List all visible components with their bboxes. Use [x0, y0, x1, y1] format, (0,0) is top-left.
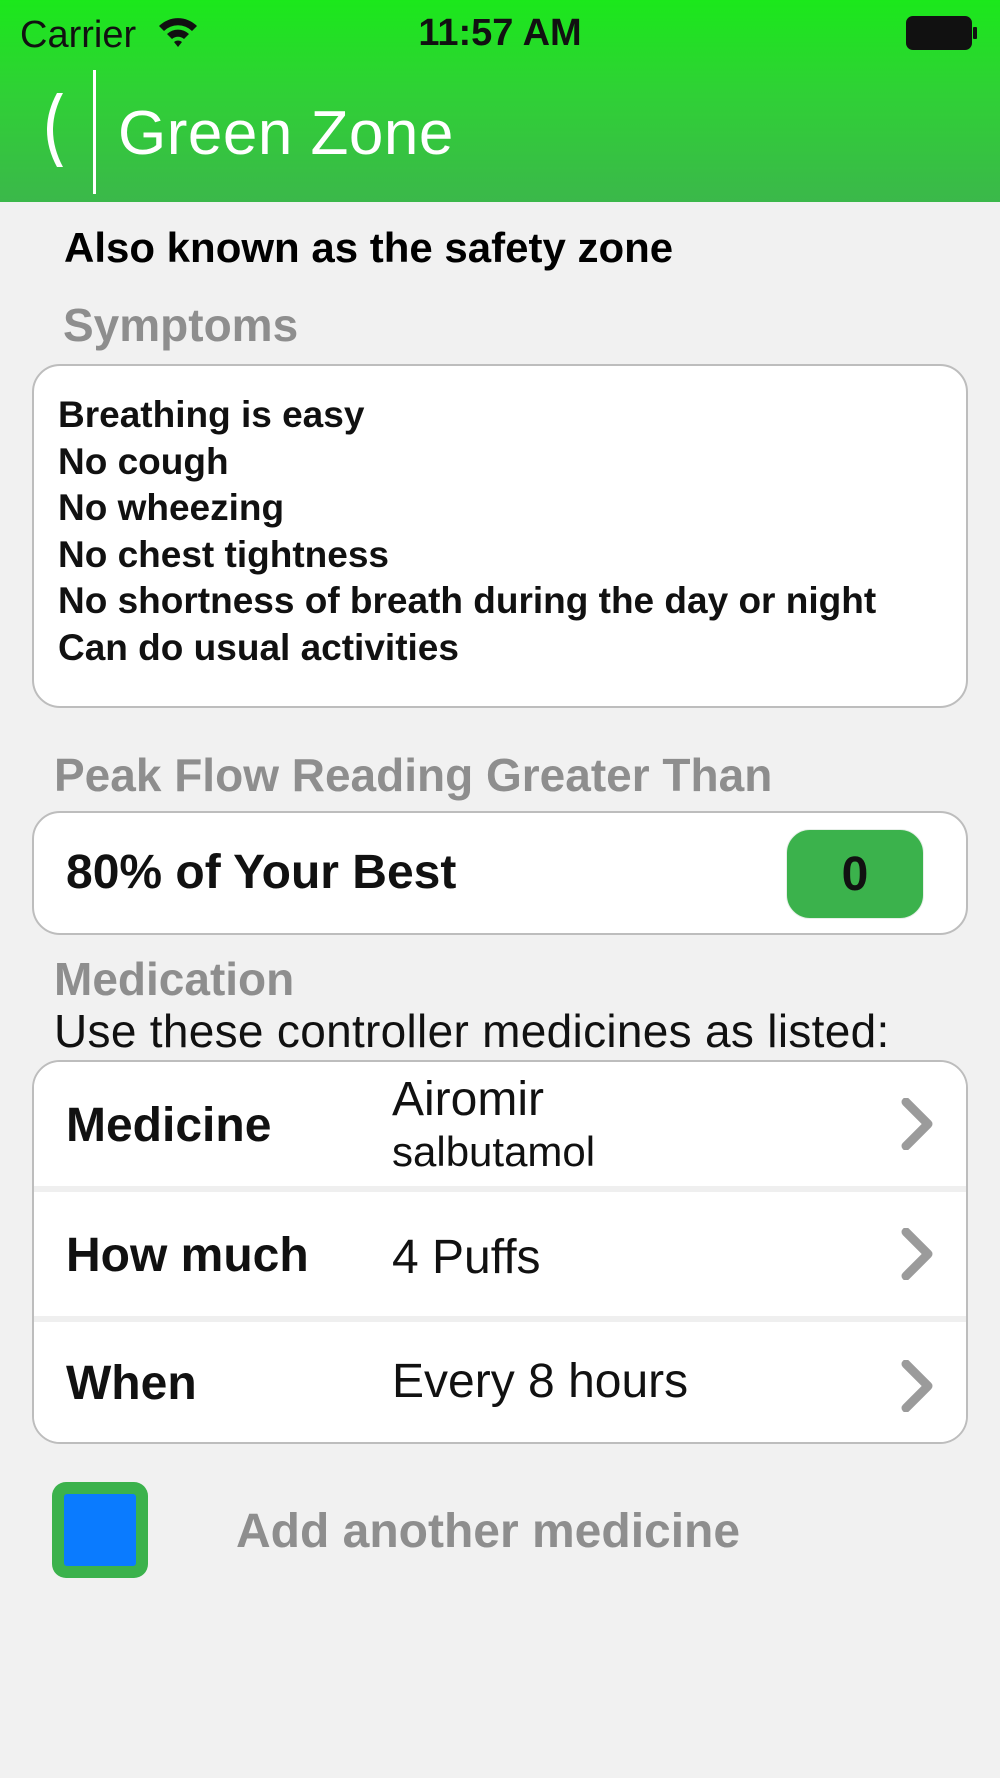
add-medicine-checkbox[interactable]	[52, 1482, 148, 1578]
medication-instructions: Use these controller medicines as listed…	[54, 1005, 890, 1057]
medication-card: Medicine Airomir salbutamol How much 4 P…	[32, 1060, 968, 1444]
medication-heading: Medication	[54, 953, 295, 1005]
symptoms-card: Breathing is easy No cough No wheezing N…	[32, 364, 968, 708]
navigation-header: Carrier 11:57 AM Green Zone	[0, 0, 1000, 202]
chevron-right-icon	[901, 1098, 933, 1150]
symptom-item: Breathing is easy	[58, 394, 365, 435]
medicine-generic-name: salbutamol	[392, 1128, 596, 1175]
symptoms-heading: Symptoms	[63, 299, 299, 351]
battery-icon	[906, 16, 977, 50]
back-button[interactable]	[18, 80, 88, 180]
status-bar: Carrier 11:57 AM	[0, 0, 1000, 70]
medicine-name: Airomir	[392, 1073, 544, 1126]
zone-subtitle: Also known as the safety zone	[64, 224, 674, 271]
row-label: Medicine	[66, 1099, 272, 1152]
medication-row-how-much[interactable]: How much 4 Puffs	[34, 1192, 966, 1316]
frequency-value: Every 8 hours	[392, 1355, 689, 1408]
symptom-item: No cough	[58, 440, 229, 482]
peak-flow-heading: Peak Flow Reading Greater Than	[54, 749, 773, 801]
symptom-item: Can do usual activities	[58, 626, 459, 668]
status-time: 11:57 AM	[418, 12, 582, 54]
row-label: How much	[66, 1229, 309, 1282]
checkbox-fill	[64, 1494, 136, 1566]
symptom-item: No shortness of breath during the day or…	[58, 580, 877, 621]
peak-flow-value-field[interactable]: 0	[786, 829, 924, 919]
chevron-left-icon	[47, 93, 63, 167]
chevron-right-icon	[901, 1228, 933, 1280]
peak-flow-text: 80% of Your Best	[66, 846, 457, 899]
peak-flow-card: 80% of Your Best 0	[32, 811, 968, 935]
symptom-item: No wheezing	[58, 487, 285, 528]
symptom-item: No chest tightness	[58, 533, 389, 575]
nav-divider	[93, 70, 96, 194]
add-medicine-label[interactable]: Add another medicine	[236, 1504, 740, 1559]
row-label: When	[66, 1357, 197, 1410]
page-title: Green Zone	[118, 99, 454, 168]
chevron-right-icon	[901, 1360, 933, 1412]
dose-value: 4 Puffs	[392, 1231, 541, 1284]
medication-row-medicine[interactable]: Medicine Airomir salbutamol	[34, 1062, 966, 1186]
medication-row-when[interactable]: When Every 8 hours	[34, 1322, 966, 1442]
